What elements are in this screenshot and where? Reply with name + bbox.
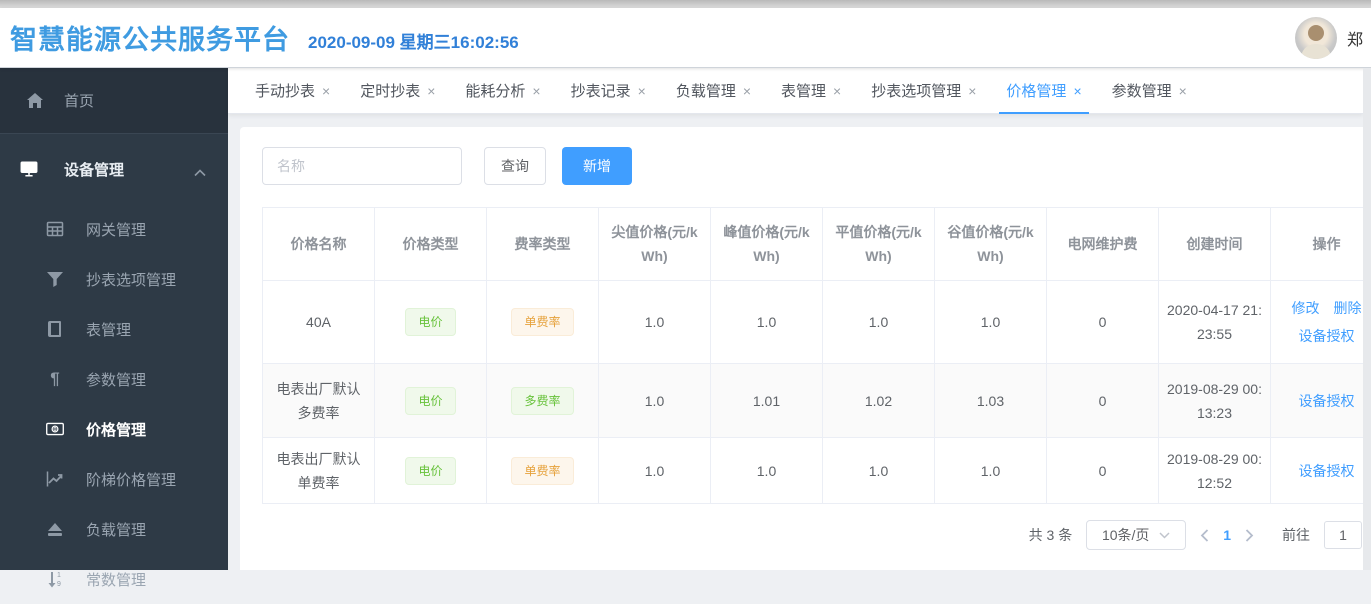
page-size-select[interactable]: 10条/页	[1086, 520, 1186, 550]
book-icon	[46, 320, 64, 338]
svg-text:9: 9	[57, 581, 61, 588]
sidebar: 首页 设备管理 网关管理 抄表选项管理 表管理 ¶ 参数管理 0 价	[0, 68, 228, 570]
table-row: 电表出厂默认单费率 电价 单费率 1.0 1.0 1.0 1.0 0 2019-…	[263, 438, 1371, 504]
add-button[interactable]: 新增	[562, 147, 632, 185]
svg-text:1: 1	[57, 572, 61, 579]
chart-icon	[46, 470, 64, 488]
edit-link[interactable]: 修改	[1292, 298, 1320, 318]
sidebar-item-label: 网关管理	[86, 219, 146, 240]
sidebar-item-load-mgmt[interactable]: 负载管理	[0, 504, 228, 554]
device-auth-link[interactable]: 设备授权	[1299, 463, 1355, 479]
price-table: 价格名称 价格类型 费率类型 尖值价格(元/kWh) 峰值价格(元/kWh) 平…	[262, 207, 1371, 504]
window-top-edge	[0, 0, 1371, 8]
tab-reading-records[interactable]: 抄表记录×	[556, 68, 661, 114]
chevron-down-icon	[1159, 532, 1170, 539]
sidebar-item-label: 设备管理	[64, 159, 124, 180]
device-auth-link[interactable]: 设备授权	[1299, 326, 1355, 346]
sort-numeric-icon: 19	[46, 570, 64, 588]
close-icon[interactable]: ×	[743, 83, 751, 99]
table-row: 电表出厂默认多费率 电价 多费率 1.0 1.01 1.02 1.03 0 20…	[263, 364, 1371, 438]
page-number[interactable]: 1	[1223, 527, 1231, 543]
sidebar-item-meter-mgmt[interactable]: 表管理	[0, 304, 228, 354]
rate-type-badge: 单费率	[511, 308, 573, 336]
price-type-badge: 电价	[405, 308, 455, 336]
goto-label: 前往	[1282, 525, 1310, 545]
tab-price-mgmt[interactable]: 价格管理×	[991, 68, 1096, 114]
close-icon[interactable]: ×	[638, 83, 646, 99]
svg-text:0: 0	[53, 427, 57, 433]
sidebar-item-label: 阶梯价格管理	[86, 469, 176, 490]
chevron-up-icon	[194, 164, 206, 181]
pilcrow-icon: ¶	[46, 370, 64, 388]
close-icon[interactable]: ×	[1073, 83, 1081, 99]
rate-type-badge: 单费率	[511, 457, 573, 485]
user-avatar[interactable]	[1295, 17, 1337, 59]
sidebar-item-label: 负载管理	[86, 519, 146, 540]
tab-param-mgmt[interactable]: 参数管理×	[1097, 68, 1202, 114]
tab-load-mgmt[interactable]: 负载管理×	[661, 68, 766, 114]
sidebar-item-device-mgmt[interactable]: 设备管理	[0, 134, 228, 204]
close-icon[interactable]: ×	[532, 83, 540, 99]
app-title: 智慧能源公共服务平台	[10, 18, 290, 57]
money-icon: 0	[46, 420, 64, 438]
sidebar-item-price-mgmt[interactable]: 0 价格管理	[0, 404, 228, 454]
total-count: 共 3 条	[1029, 525, 1073, 545]
sidebar-item-label: 参数管理	[86, 369, 146, 390]
eject-icon	[46, 520, 64, 538]
sidebar-item-tier-price-mgmt[interactable]: 阶梯价格管理	[0, 454, 228, 504]
sidebar-item-label: 抄表选项管理	[86, 269, 176, 290]
sidebar-item-label: 价格管理	[86, 419, 146, 440]
search-input[interactable]	[262, 147, 462, 185]
price-type-badge: 电价	[405, 457, 455, 485]
close-icon[interactable]: ×	[833, 83, 841, 99]
sidebar-item-param-mgmt[interactable]: ¶ 参数管理	[0, 354, 228, 404]
user-name[interactable]: 郑	[1347, 26, 1363, 50]
filter-icon	[46, 270, 64, 288]
tab-energy-analysis[interactable]: 能耗分析×	[450, 68, 555, 114]
tab-scheduled-reading[interactable]: 定时抄表×	[345, 68, 450, 114]
sidebar-item-label: 表管理	[86, 319, 131, 340]
close-icon[interactable]: ×	[968, 83, 976, 99]
delete-link[interactable]: 删除	[1334, 298, 1362, 318]
goto-page-input[interactable]	[1324, 521, 1362, 549]
prev-page-button[interactable]	[1200, 529, 1209, 542]
sidebar-item-home[interactable]: 首页	[0, 68, 228, 134]
sidebar-item-label: 常数管理	[86, 569, 146, 590]
toolbar: 查询 新增	[262, 147, 1371, 185]
home-icon	[26, 92, 44, 110]
tab-meter-mgmt[interactable]: 表管理×	[766, 68, 856, 114]
tab-meter-options[interactable]: 抄表选项管理×	[856, 68, 991, 114]
pagination: 共 3 条 10条/页 1 前往 页	[262, 520, 1371, 550]
close-icon[interactable]: ×	[322, 83, 330, 99]
next-page-button[interactable]	[1245, 529, 1254, 542]
scrollbar-track[interactable]	[1363, 68, 1371, 570]
rate-type-badge: 多费率	[511, 387, 573, 415]
device-auth-link[interactable]: 设备授权	[1299, 393, 1355, 409]
grid-icon	[46, 220, 64, 238]
table-row: 40A 电价 单费率 1.0 1.0 1.0 1.0 0 2020-04-17 …	[263, 281, 1371, 364]
monitor-icon	[20, 160, 38, 178]
close-icon[interactable]: ×	[1179, 83, 1187, 99]
sidebar-item-meter-options[interactable]: 抄表选项管理	[0, 254, 228, 304]
sidebar-item-constant-mgmt[interactable]: 19 常数管理	[0, 554, 228, 604]
app-header: 智慧能源公共服务平台 2020-09-09 星期三16:02:56 郑	[0, 8, 1371, 68]
content-panel: 查询 新增 价格名称 价格类型 费率类型 尖值价格(元/kWh) 峰值价格(元/…	[240, 127, 1371, 570]
close-icon[interactable]: ×	[427, 83, 435, 99]
sidebar-item-label: 首页	[64, 90, 94, 111]
header-datetime: 2020-09-09 星期三16:02:56	[308, 28, 519, 53]
tab-manual-reading[interactable]: 手动抄表×	[240, 68, 345, 114]
tab-bar: 手动抄表× 定时抄表× 能耗分析× 抄表记录× 负载管理× 表管理× 抄表选项管…	[228, 68, 1363, 114]
table-header-row: 价格名称 价格类型 费率类型 尖值价格(元/kWh) 峰值价格(元/kWh) 平…	[263, 208, 1371, 281]
price-type-badge: 电价	[405, 387, 455, 415]
sidebar-item-gateway-mgmt[interactable]: 网关管理	[0, 204, 228, 254]
query-button[interactable]: 查询	[484, 147, 546, 185]
